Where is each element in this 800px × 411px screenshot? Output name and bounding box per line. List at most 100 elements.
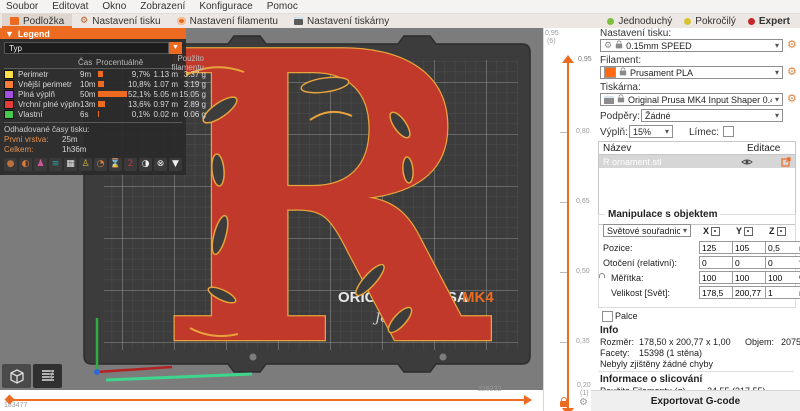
size-y-input[interactable] <box>732 286 769 299</box>
3d-viewport[interactable]: ORIGINAL PRUSA MK4 Josef Prusa R ▼ Legen… <box>0 28 543 390</box>
layer-slider-bottom-value: 0,20 <box>577 382 591 389</box>
layer-tick <box>560 272 567 273</box>
edit-object-icon[interactable] <box>781 156 791 167</box>
object-list-header: Název Editace <box>599 142 795 155</box>
menu-editovat[interactable]: Editovat <box>52 1 88 12</box>
filament-spool-icon <box>176 17 186 25</box>
supports-select[interactable]: Žádné ▾ <box>641 109 783 122</box>
color-swatch <box>4 109 14 119</box>
printer-gear-button[interactable]: ⚙ <box>787 93 797 105</box>
color-changes-icon[interactable]: ♙ <box>79 158 92 171</box>
legend-row-top-solid-infill: Vrchní plné výplně 13m 13,6% 0.97 m 2.89 g <box>4 99 206 109</box>
tab-nastaveni-filamentu[interactable]: Nastavení filamentu <box>169 14 286 28</box>
tab-bar: Podložka ⚙ Nastavení tisku Nastavení fil… <box>0 14 800 28</box>
brim-checkbox[interactable] <box>723 126 734 137</box>
color-swatch <box>4 79 14 89</box>
scale-y-input[interactable] <box>732 271 769 284</box>
tool-changes-icon[interactable]: ▦ <box>64 158 77 171</box>
facets-value: 15398 (1 stěna) <box>639 348 703 358</box>
export-gcode-label: Exportovat G-code <box>650 396 741 407</box>
feature-toggle-icons: ● ◐ ♟ ≡ ▦ ♙ ◔ ⌛ 2 ◑ ⊗ ▼ <box>4 154 182 171</box>
chevron-down-icon: ▾ <box>682 226 687 235</box>
print-settings-select[interactable]: ⚙ 0.15mm SPEED ▾ <box>600 39 783 52</box>
lock-icon[interactable] <box>560 397 568 407</box>
layer-tick-label: 0,35 <box>576 338 590 345</box>
color-swatch <box>4 69 14 79</box>
print-settings-gear-button[interactable]: ⚙ <box>787 39 797 51</box>
tab-nastaveni-tisku[interactable]: ⚙ Nastavení tisku <box>72 14 168 28</box>
facets-label: Facety: <box>600 348 630 358</box>
x-axis-header: X <box>703 226 721 236</box>
move-slider-track[interactable] <box>12 399 526 401</box>
position-z-input[interactable] <box>765 241 800 254</box>
chevron-down-icon: ▾ <box>774 111 779 120</box>
mode-advanced-button[interactable]: Pokročilý <box>684 16 736 27</box>
legend-title: Legend <box>17 28 50 39</box>
shells-icon[interactable]: ⊗ <box>154 158 167 171</box>
rotation-z-input[interactable] <box>765 256 800 269</box>
size-z-input[interactable] <box>765 286 800 299</box>
estimates-icon[interactable]: 2 <box>124 158 137 171</box>
scale-label: Měřítka: <box>611 273 644 283</box>
legend-header[interactable]: ▼ Legend <box>0 28 186 39</box>
mode-simple-button[interactable]: Jednoduchý <box>607 16 672 27</box>
rotation-y-input[interactable] <box>732 256 769 269</box>
inches-label: Palce <box>615 311 638 321</box>
travels-icon[interactable]: ≡ <box>49 158 62 171</box>
z-axis-header: Z <box>769 226 786 236</box>
retractions-icon[interactable]: ● <box>4 158 17 171</box>
position-x-input[interactable] <box>699 241 736 254</box>
view-type-select[interactable]: Typ ▼ <box>4 42 182 54</box>
coordinate-system-select[interactable]: Světové souřadnice ▾ <box>603 224 691 237</box>
infill-select[interactable]: 15% ▾ <box>629 125 673 138</box>
eye-icon[interactable] <box>741 158 753 166</box>
tab-podlozka[interactable]: Podložka <box>2 14 73 28</box>
object-row[interactable]: R ornament.stl <box>599 155 795 168</box>
preview-view-button[interactable] <box>33 364 62 388</box>
printer-select[interactable]: Original Prusa MK4 Input Shaper 0.4 nozz… <box>600 93 783 106</box>
rotation-x-input[interactable] <box>699 256 736 269</box>
scale-x-input[interactable] <box>699 271 736 284</box>
scale-z-input[interactable] <box>765 271 800 284</box>
position-y-input[interactable] <box>732 241 769 254</box>
center-of-gravity-icon[interactable]: ◑ <box>139 158 152 171</box>
filament-select[interactable]: Prusament PLA ▾ <box>600 66 783 79</box>
custom-gcodes-icon[interactable]: ⌛ <box>109 158 122 171</box>
layer-slider-bottom-index: (1) <box>580 390 589 397</box>
mode-expert-button[interactable]: Expert <box>747 16 790 27</box>
menu-pomoc[interactable]: Pomoc <box>267 1 298 12</box>
layer-slider-track[interactable] <box>567 62 569 411</box>
legend-panel: ▼ Legend Typ ▼ Čas Procentuálně Použito … <box>0 28 206 175</box>
inches-checkbox[interactable] <box>602 311 613 322</box>
red-dot-icon <box>747 17 755 25</box>
model-object-r[interactable]: R <box>155 30 495 390</box>
deretractions-icon[interactable]: ◐ <box>19 158 32 171</box>
percent-bar <box>98 101 105 107</box>
total-time: Celkem: 1h36m <box>4 144 87 154</box>
layer-tick-label: 0,65 <box>576 198 590 205</box>
menu-konfigurace[interactable]: Konfigurace <box>199 1 252 12</box>
move-slider-right-handle[interactable] <box>524 395 532 405</box>
filament-gear-button[interactable]: ⚙ <box>787 66 797 78</box>
layer-slider-top-handle[interactable] <box>562 55 574 63</box>
mode-label: Jednoduchý <box>618 15 673 27</box>
seams-icon[interactable]: ♟ <box>34 158 47 171</box>
editor-view-button[interactable] <box>2 364 31 388</box>
legend-row-solid-infill: Plná výplň 50m 52,1% 5.05 m 15.05 g <box>4 89 206 99</box>
pause-prints-icon[interactable]: ◔ <box>94 158 107 171</box>
menu-soubor[interactable]: Soubor <box>6 1 38 12</box>
tab-label: Nastavení filamentu <box>189 15 278 27</box>
size-x-input[interactable] <box>699 286 736 299</box>
settings-sidebar: Nastavení tisku: ⚙ 0.15mm SPEED ▾ ⚙ Fila… <box>597 28 800 411</box>
menu-zobrazeni[interactable]: Zobrazení <box>140 1 185 12</box>
export-gcode-button[interactable]: Exportovat G-code <box>591 390 800 411</box>
tab-nastaveni-tiskarny[interactable]: Nastavení tiskárny <box>286 14 397 28</box>
menu-okno[interactable]: Okno <box>102 1 126 12</box>
menu-bar: Soubor Editovat Okno Zobrazení Konfigura… <box>0 0 800 14</box>
slider-gear-icon[interactable]: ⚙ <box>579 397 588 408</box>
chevron-down-icon: ▼ <box>169 42 182 54</box>
tool-marker-icon[interactable]: ▼ <box>169 158 182 171</box>
chevron-down-icon: ▾ <box>774 95 779 104</box>
tab-label: Nastavení tiskárny <box>306 15 390 27</box>
estimated-times-title: Odhadované časy tisku: <box>4 122 182 134</box>
